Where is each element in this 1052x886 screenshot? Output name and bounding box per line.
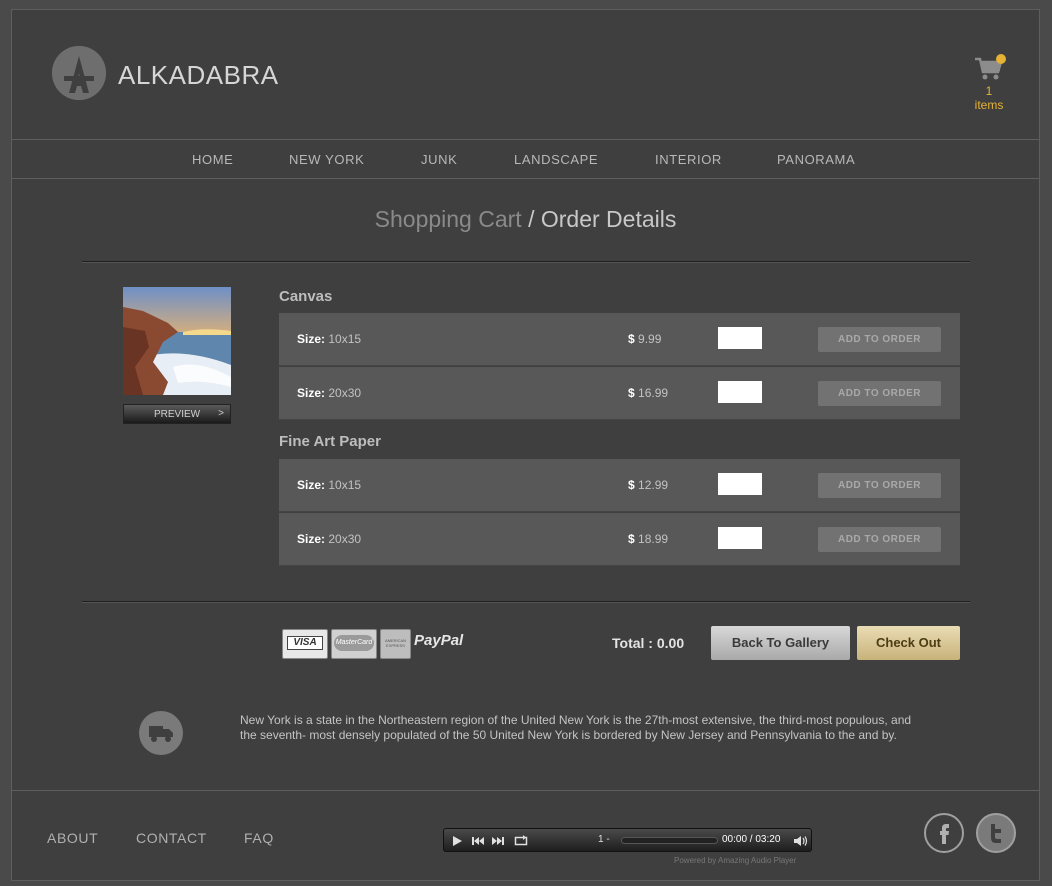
group-title-canvas: Canvas (279, 288, 333, 305)
quantity-input[interactable] (718, 473, 762, 495)
option-price: $ 18.99 (628, 532, 668, 546)
add-to-order-button[interactable]: ADD TO ORDER (818, 381, 941, 406)
truck-icon (139, 711, 183, 755)
time-readout: 00:00 / 03:20 (722, 834, 781, 845)
product-thumbnail[interactable] (123, 287, 231, 395)
amex-icon: AMERICAN EXPRESS (380, 629, 411, 659)
option-size: Size: 10x15 (297, 478, 361, 492)
paypal-icon: PayPal (414, 632, 464, 649)
size-label: Size: (297, 386, 326, 400)
title-secondary: Order Details (540, 206, 677, 232)
twitter-icon[interactable] (976, 813, 1016, 853)
size-value: 20x30 (328, 532, 362, 546)
total-value: 0.00 (656, 635, 685, 651)
cart-badge (996, 54, 1006, 64)
previous-icon[interactable] (471, 834, 484, 852)
audio-player: 1 - 00:00 / 03:20 (443, 828, 812, 852)
preview-button[interactable]: PREVIEW > (123, 404, 231, 424)
next-icon[interactable] (492, 834, 505, 852)
price-value: 9.99 (638, 332, 662, 346)
main-nav: HOME NEW YORK JUNK LANDSCAPE INTERIOR PA… (12, 139, 1039, 179)
size-label: Size: (297, 532, 326, 546)
divider (82, 601, 970, 603)
nav-item-junk[interactable]: JUNK (421, 152, 457, 167)
quantity-input[interactable] (718, 381, 762, 403)
option-price: $ 16.99 (628, 386, 668, 400)
progress-bar[interactable] (621, 837, 718, 844)
track-number: 1 - (598, 834, 610, 845)
page-frame: ALKADABRA 1 items HOME NEW YORK JUNK LAN… (11, 9, 1040, 881)
cart-icon[interactable] (974, 54, 1006, 82)
title-separator: / (521, 206, 541, 232)
mastercard-icon: MasterCard (331, 629, 377, 659)
option-size: Size: 20x30 (297, 532, 361, 546)
nav-item-landscape[interactable]: LANDSCAPE (514, 152, 598, 167)
size-value: 20x30 (328, 386, 362, 400)
total-label: Total : (612, 635, 653, 651)
size-value: 10x15 (328, 332, 362, 346)
preview-label: PREVIEW (154, 409, 201, 420)
order-total: Total : 0.00 (612, 635, 684, 651)
checkout-button[interactable]: Check Out (857, 626, 960, 660)
currency-symbol: $ (628, 332, 635, 346)
currency-symbol: $ (628, 532, 635, 546)
nav-item-home[interactable]: HOME (192, 152, 233, 167)
cart-count: 1 (985, 84, 993, 98)
add-to-order-button[interactable]: ADD TO ORDER (818, 327, 941, 352)
nav-item-new-york[interactable]: NEW YORK (289, 152, 364, 167)
option-row: Size: 20x30 $ 18.99 ADD TO ORDER (279, 513, 960, 566)
option-price: $ 9.99 (628, 332, 661, 346)
cart-widget[interactable]: 1 items (967, 54, 1011, 112)
quantity-input[interactable] (718, 327, 762, 349)
option-size: Size: 10x15 (297, 332, 361, 346)
cart-label: items (974, 98, 1004, 112)
chevron-right-icon: > (218, 408, 224, 419)
price-value: 18.99 (638, 532, 669, 546)
price-value: 16.99 (638, 386, 669, 400)
footer-link-contact[interactable]: CONTACT (136, 830, 207, 846)
nav-item-panorama[interactable]: PANORAMA (777, 152, 855, 167)
logo-icon[interactable] (52, 46, 106, 100)
footer-divider (12, 790, 1039, 791)
currency-symbol: $ (628, 386, 635, 400)
divider (82, 261, 970, 263)
add-to-order-button[interactable]: ADD TO ORDER (818, 527, 941, 552)
visa-label: VISA (287, 636, 323, 650)
currency-symbol: $ (628, 478, 635, 492)
price-value: 12.99 (638, 478, 669, 492)
option-row: Size: 10x15 $ 9.99 ADD TO ORDER (279, 313, 960, 366)
volume-icon[interactable] (793, 834, 809, 852)
size-label: Size: (297, 332, 326, 346)
amex-label: AMERICAN EXPRESS (384, 638, 407, 648)
footer-link-faq[interactable]: FAQ (244, 830, 274, 846)
visa-icon: VISA (282, 629, 328, 659)
quantity-input[interactable] (718, 527, 762, 549)
play-icon[interactable] (451, 834, 463, 852)
footer-link-about[interactable]: ABOUT (47, 830, 98, 846)
nav-item-interior[interactable]: INTERIOR (655, 152, 722, 167)
facebook-icon[interactable] (924, 813, 964, 853)
size-label: Size: (297, 478, 326, 492)
repeat-icon[interactable] (514, 834, 528, 852)
title-primary: Shopping Cart (374, 206, 522, 232)
mastercard-label: MasterCard (334, 635, 374, 651)
player-credit: Powered by Amazing Audio Player (674, 856, 797, 865)
brand-name[interactable]: ALKADABRA (118, 60, 279, 91)
option-row: Size: 20x30 $ 16.99 ADD TO ORDER (279, 367, 960, 420)
option-size: Size: 20x30 (297, 386, 361, 400)
option-price: $ 12.99 (628, 478, 668, 492)
page-title: Shopping Cart / Order Details (12, 206, 1039, 233)
back-to-gallery-button[interactable]: Back To Gallery (711, 626, 850, 660)
group-title-fine-art-paper: Fine Art Paper (279, 433, 381, 450)
size-value: 10x15 (328, 478, 362, 492)
shipping-description: New York is a state in the Northeastern … (240, 713, 912, 742)
option-row: Size: 10x15 $ 12.99 ADD TO ORDER (279, 459, 960, 512)
add-to-order-button[interactable]: ADD TO ORDER (818, 473, 941, 498)
